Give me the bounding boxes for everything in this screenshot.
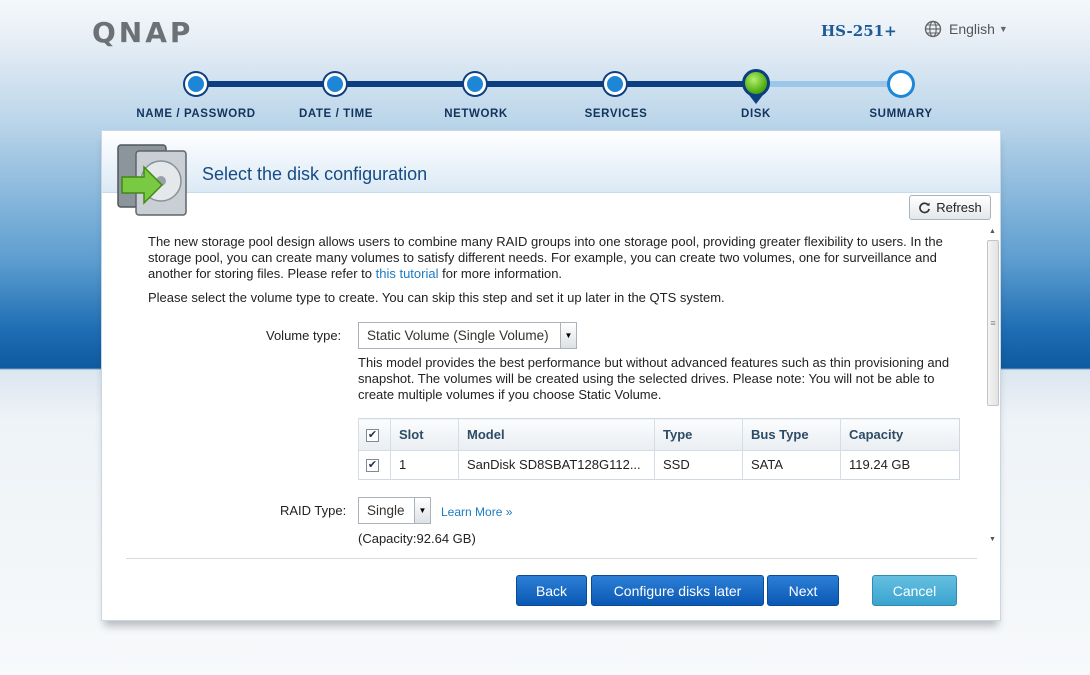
- volume-type-value: Static Volume (Single Volume): [367, 327, 549, 343]
- back-button[interactable]: Back: [516, 575, 587, 606]
- row-select-cell: ✔: [358, 450, 391, 480]
- select-all-checkbox[interactable]: ✔: [366, 428, 379, 442]
- raid-type-select[interactable]: Single ▼: [358, 497, 431, 524]
- chevron-down-icon: ▼: [414, 498, 430, 523]
- scroll-content: The new storage pool design allows users…: [148, 234, 984, 549]
- refresh-button[interactable]: Refresh: [909, 195, 991, 220]
- volume-description: This model provides the best performance…: [358, 355, 950, 402]
- step-label-services: SERVICES: [584, 108, 648, 120]
- step-node-disk: [742, 69, 770, 97]
- scroll-down-arrow-icon[interactable]: ▼: [985, 532, 1000, 546]
- cell-capacity: 119.24 GB: [840, 450, 960, 480]
- cell-slot: 1: [390, 450, 459, 480]
- step-node-date-time: [324, 73, 346, 95]
- configure-later-button[interactable]: Configure disks later: [591, 575, 764, 606]
- cell-model: SanDisk SD8SBAT128G112...: [458, 450, 655, 480]
- column-type: Type: [654, 418, 743, 451]
- model-name: HS-251+: [821, 22, 897, 40]
- volume-type-label: Volume type:: [266, 328, 342, 343]
- table-header-row: ✔ Slot Model Type Bus Type Capacity: [358, 418, 960, 451]
- disk-config-icon: [117, 144, 187, 216]
- footer-divider: [126, 558, 977, 559]
- wizard-stepper: NAME / PASSWORD DATE / TIME NETWORK SERV…: [0, 64, 1090, 124]
- step-label-network: NETWORK: [444, 108, 508, 120]
- progress-track-todo: [756, 81, 901, 87]
- step-node-name-password: [185, 73, 207, 95]
- cancel-button[interactable]: Cancel: [872, 575, 957, 606]
- qnap-logo: QNAP: [92, 16, 194, 49]
- column-slot: Slot: [390, 418, 459, 451]
- vertical-scrollbar[interactable]: ▲ ≡ ▼: [985, 224, 1000, 546]
- step-label-disk: DISK: [741, 108, 771, 120]
- intro-paragraph: The new storage pool design allows users…: [148, 234, 958, 282]
- step-label-name-password: NAME / PASSWORD: [136, 108, 256, 120]
- tutorial-link[interactable]: this tutorial: [376, 266, 439, 281]
- step-node-services: [604, 73, 626, 95]
- column-capacity: Capacity: [840, 418, 960, 451]
- wizard-panel: Select the disk configuration Refresh Th…: [101, 130, 1001, 621]
- step-node-summary: [890, 73, 912, 95]
- select-all-cell: ✔: [358, 418, 391, 451]
- chevron-down-icon: ▼: [998, 24, 1008, 34]
- raid-type-label: RAID Type:: [280, 503, 347, 518]
- step-label-summary: SUMMARY: [869, 108, 933, 120]
- raid-type-value: Single: [367, 502, 405, 518]
- refresh-icon: [919, 202, 931, 214]
- skip-instruction: Please select the volume type to create.…: [148, 290, 725, 305]
- step-label-date-time: DATE / TIME: [298, 108, 374, 120]
- disk-table: ✔ Slot Model Type Bus Type Capacity ✔ 1 …: [358, 418, 960, 480]
- cell-bus-type: SATA: [742, 450, 841, 480]
- table-row[interactable]: ✔ 1 SanDisk SD8SBAT128G112... SSD SATA 1…: [358, 450, 960, 480]
- next-button[interactable]: Next: [767, 575, 839, 606]
- column-bus-type: Bus Type: [742, 418, 841, 451]
- language-selector[interactable]: English ▼: [924, 20, 1008, 38]
- cell-type: SSD: [654, 450, 743, 480]
- page-title: Select the disk configuration: [202, 164, 428, 184]
- language-label: English: [949, 21, 995, 37]
- refresh-label: Refresh: [936, 200, 982, 215]
- scroll-up-arrow-icon[interactable]: ▲: [985, 224, 1000, 238]
- step-node-network: [464, 73, 486, 95]
- globe-icon: [924, 20, 942, 38]
- intro-text-end: for more information.: [438, 266, 563, 281]
- disk-checkbox[interactable]: ✔: [366, 459, 379, 473]
- learn-more-link[interactable]: Learn More »: [441, 504, 512, 520]
- volume-type-select[interactable]: Static Volume (Single Volume) ▼: [358, 322, 577, 349]
- scroll-thumb[interactable]: ≡: [987, 240, 999, 406]
- column-model: Model: [458, 418, 655, 451]
- chevron-down-icon: ▼: [560, 323, 576, 348]
- capacity-text: (Capacity:92.64 GB): [358, 531, 476, 546]
